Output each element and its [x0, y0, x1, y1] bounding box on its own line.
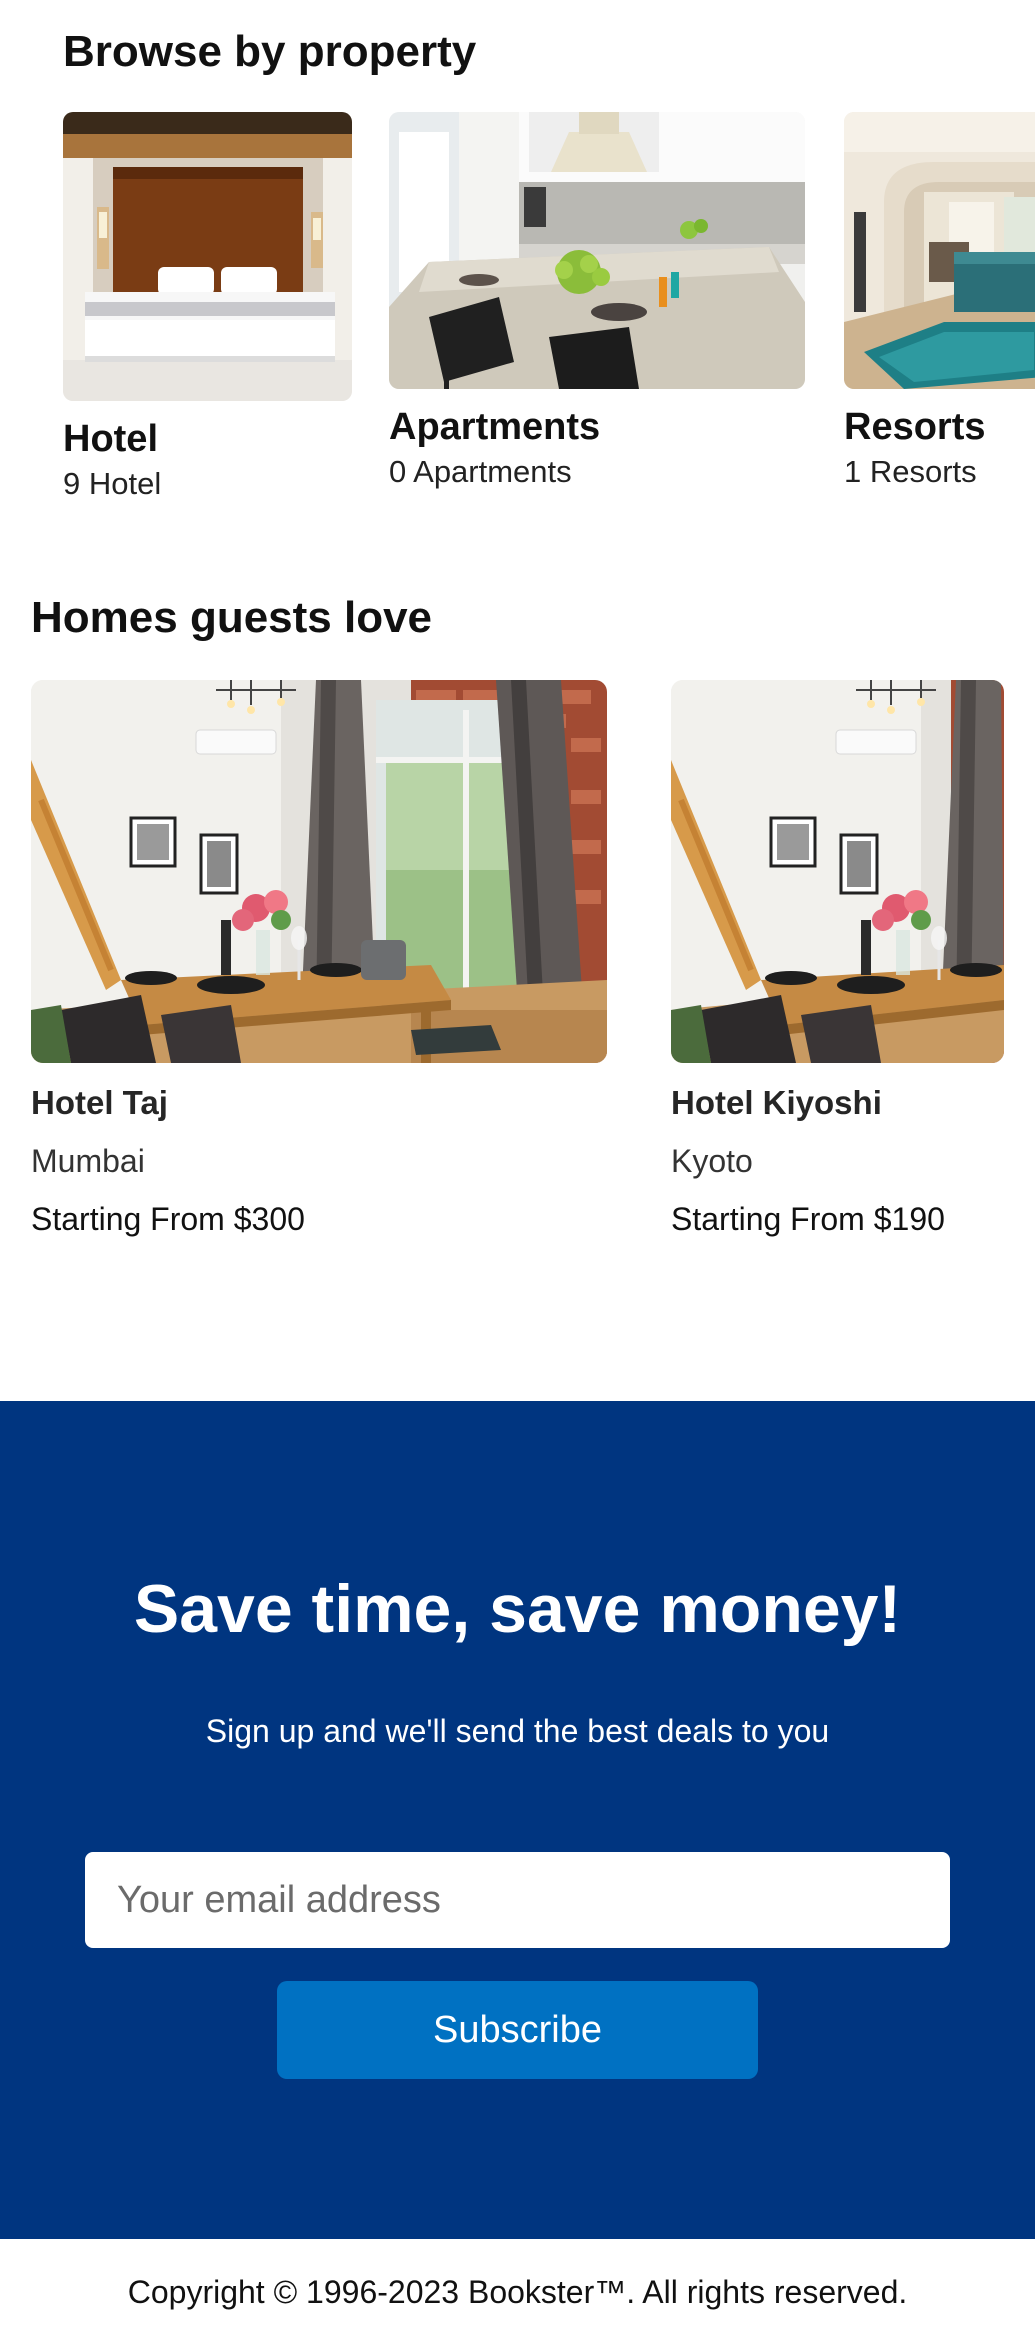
home-price: Starting From $190 [671, 1201, 945, 1237]
property-count: 9 Hotel [63, 466, 162, 501]
subscribe-button[interactable]: Subscribe [277, 1981, 758, 2079]
browse-heading: Browse by property [63, 27, 477, 76]
home-city: Mumbai [31, 1143, 145, 1179]
property-card-apartments[interactable]: Apartments 0 Apartments [389, 112, 805, 493]
home-price: Starting From $300 [31, 1201, 305, 1237]
home-name: Hotel Kiyoshi [671, 1084, 882, 1121]
home-city: Kyoto [671, 1143, 753, 1179]
footer: Copyright © 1996-2023 Bookster™. All rig… [0, 2239, 1035, 2346]
homes-heading: Homes guests love [31, 593, 433, 642]
apartment-kitchen-image [389, 112, 805, 389]
property-card-hotel[interactable]: Hotel 9 Hotel [63, 112, 352, 505]
home-card[interactable]: Hotel Taj Mumbai Starting From $300 [31, 680, 607, 1241]
property-count: 0 Apartments [389, 454, 572, 489]
hotel-bedroom-image [63, 112, 352, 401]
resort-lobby-image [844, 112, 1035, 389]
browse-by-property-section: Browse by property Hotel 9 Hotel Apartme… [0, 0, 1035, 560]
newsletter-subtitle: Sign up and we'll send the best deals to… [205, 1713, 830, 1749]
property-title: Hotel [63, 418, 158, 460]
newsletter-section: Save time, save money! Sign up and we'll… [0, 1401, 1035, 2239]
copyright-text: Copyright © 1996-2023 Bookster™. All rig… [127, 2274, 908, 2310]
home-name: Hotel Taj [31, 1084, 168, 1121]
homes-guests-love-section: Homes guests love Hotel Taj Mumbai Start… [0, 580, 1035, 1280]
property-title: Apartments [389, 406, 601, 448]
property-card-resorts[interactable]: Resorts 1 Resorts [844, 112, 1035, 493]
newsletter-title: Save time, save money! [133, 1571, 902, 1647]
home-photo-image [31, 680, 607, 1063]
home-card[interactable]: Hotel Kiyoshi Kyoto Starting From $190 [671, 680, 1004, 1241]
home-photo-image [671, 680, 1004, 1063]
property-count: 1 Resorts [844, 454, 977, 489]
property-title: Resorts [844, 406, 986, 448]
email-input[interactable] [85, 1852, 950, 1948]
